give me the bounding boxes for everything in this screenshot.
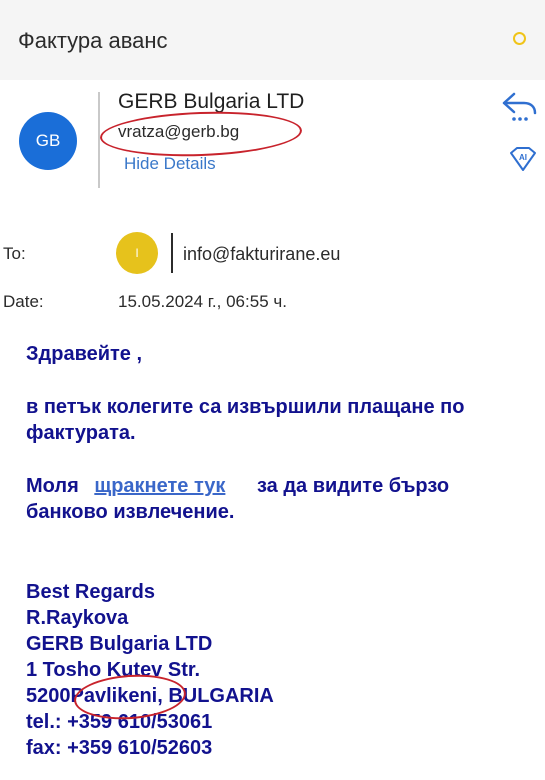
more-dots-icon bbox=[512, 117, 528, 121]
email-subject: Фактура аванс bbox=[18, 28, 168, 53]
sender-avatar[interactable]: GB bbox=[19, 112, 77, 170]
message-line-3-rest: за да видите бързо bbox=[256, 475, 450, 497]
greeting: Здравейте , bbox=[26, 343, 143, 365]
signature-company: GERB Bulgaria LTD bbox=[26, 633, 213, 655]
hide-details-link[interactable]: Hide Details bbox=[124, 154, 216, 174]
date-label: Date: bbox=[3, 292, 44, 311]
recipient-divider bbox=[171, 233, 173, 273]
reply-icon[interactable] bbox=[500, 88, 540, 122]
svg-text:AI: AI bbox=[519, 153, 527, 162]
annotation-oval-email bbox=[99, 108, 303, 160]
recipient-avatar[interactable]: I bbox=[116, 232, 158, 274]
signature-regards: Best Regards bbox=[26, 581, 155, 603]
recipient-initial: I bbox=[135, 246, 139, 260]
sender-initials: GB bbox=[35, 131, 61, 150]
date-value: 15.05.2024 г., 06:55 ч. bbox=[118, 292, 287, 311]
message-line-3: Моля щракнете тук за да видите бързо bbox=[26, 473, 449, 499]
message-line-1: в петък колегите са извършили плащане по bbox=[26, 396, 465, 418]
message-line-4: банково извлечение. bbox=[26, 501, 235, 523]
flag-icon[interactable] bbox=[513, 32, 526, 45]
ai-icon[interactable]: AI bbox=[508, 146, 538, 172]
signature-postcode: 5200 bbox=[26, 685, 71, 707]
please-text: Моля bbox=[26, 475, 79, 497]
email-header: Фактура аванс bbox=[0, 0, 545, 80]
click-here-link[interactable]: щракнете тук bbox=[94, 475, 225, 497]
signature-person: R.Raykova bbox=[26, 607, 129, 629]
sender-name: GERB Bulgaria LTD bbox=[118, 90, 305, 113]
to-label: To: bbox=[3, 244, 26, 263]
message-line-2: фактурата. bbox=[26, 422, 136, 444]
sender-divider bbox=[98, 92, 100, 188]
signature-fax: fax: +359 610/52603 bbox=[26, 737, 213, 759]
recipient-email[interactable]: info@fakturirane.eu bbox=[183, 244, 340, 265]
